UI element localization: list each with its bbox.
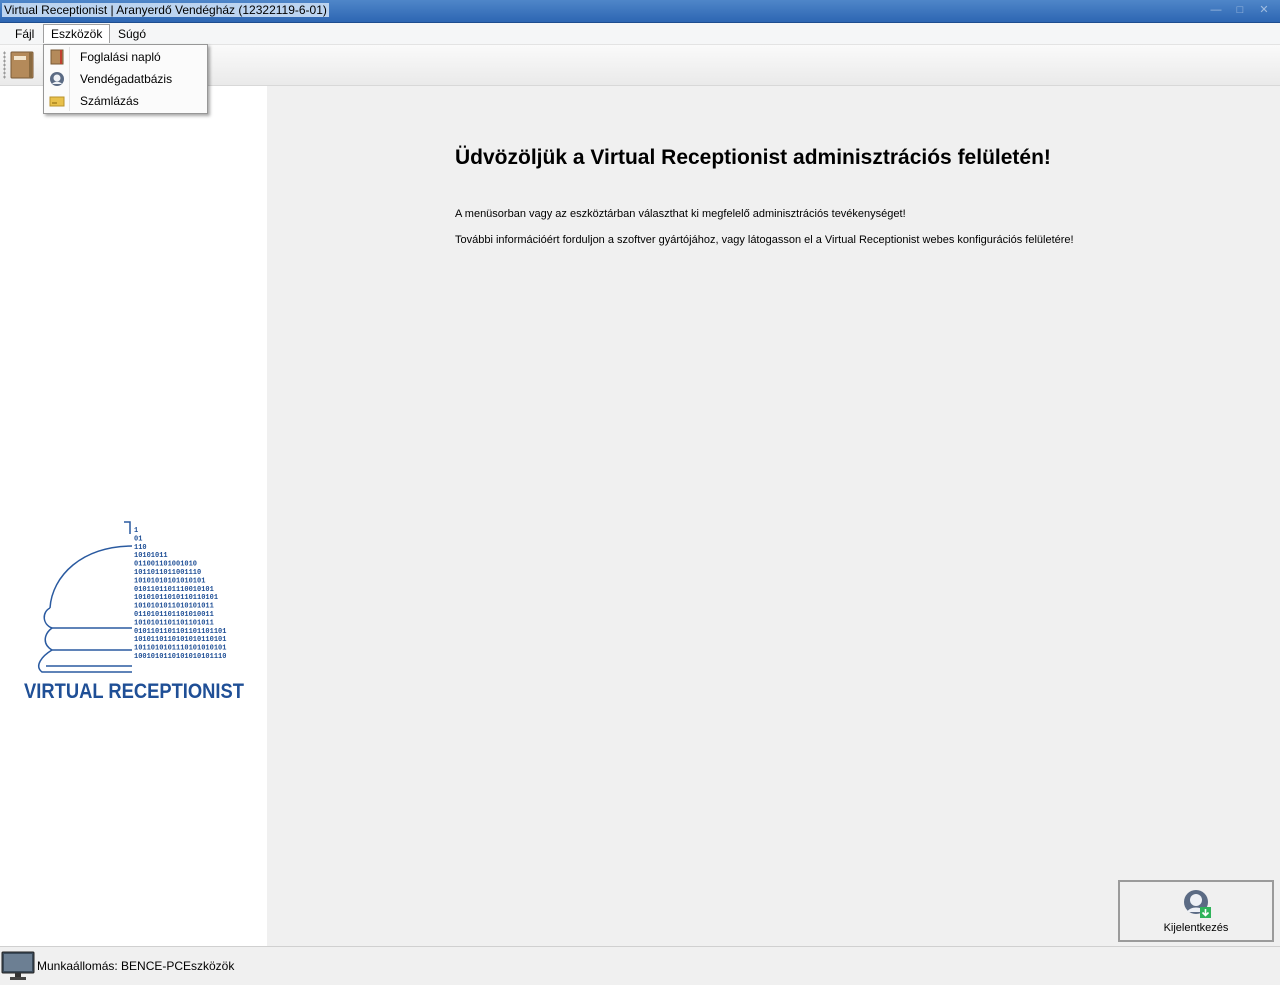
section-status: Eszközök	[183, 959, 235, 973]
menu-tools[interactable]: Eszközök	[43, 24, 111, 43]
logo-binary-line: 10101010101010101	[134, 577, 205, 585]
logo-binary-line: 0110101101101010011	[134, 611, 214, 619]
left-panel: 1 01 110 10101011 011001101001010 10110110110…	[0, 86, 267, 946]
toolbar-grip[interactable]	[3, 51, 6, 79]
menu-item-guest-database[interactable]: Vendégadatbázis	[46, 68, 205, 90]
menu-item-label: Számlázás	[80, 94, 139, 108]
user-icon	[50, 72, 64, 86]
menu-bar: Fájl Eszközök Súgó	[0, 23, 1280, 45]
title-bar: Virtual Receptionist | Aranyerdő Vendégh…	[0, 0, 1280, 23]
menu-item-label: Vendégadatbázis	[80, 72, 173, 86]
logo-binary-line: 1010101011010101011	[134, 603, 214, 611]
booking-log-toolbar-button[interactable]	[9, 50, 35, 80]
logo-binary-line: 1001010110101010101110	[134, 653, 226, 661]
window-title: Virtual Receptionist | Aranyerdő Vendégh…	[2, 3, 329, 17]
book-icon	[10, 51, 34, 79]
svg-text:101110101010110110011010010101: 1 01 110 10101011 011001101001010 10110110110…	[134, 527, 226, 661]
tools-dropdown-menu: Foglalási napló Vendégadatbázis Számlázá…	[43, 44, 208, 114]
menu-item-invoicing[interactable]: Számlázás	[46, 90, 205, 112]
logo-binary-line: 0101101101110010101	[134, 586, 214, 594]
menu-file[interactable]: Fájl	[8, 25, 41, 43]
workstation-status: Munkaállomás: BENCE-PC	[37, 959, 184, 973]
logout-button[interactable]: Kijelentkezés	[1118, 880, 1274, 942]
logo-text: VIRTUAL RECEPTIONIST	[24, 680, 244, 703]
monitor-icon	[1, 951, 35, 980]
logo-binary-line: 0101101101101101101101	[134, 628, 226, 636]
logo-binary-line: 1010101101101101011	[134, 619, 214, 627]
logout-label: Kijelentkezés	[1163, 922, 1229, 934]
logo-binary-line: 01	[134, 535, 142, 543]
menu-item-label: Foglalási napló	[80, 50, 161, 64]
minimize-button[interactable]: —	[1206, 2, 1226, 18]
logo-binary-line: 1011010101110101010101	[134, 645, 226, 653]
invoice-icon	[49, 96, 65, 107]
logo-binary-line: 10101011	[134, 552, 168, 560]
maximize-button[interactable]: □	[1230, 2, 1250, 18]
logo-binary-line: 1	[134, 527, 138, 535]
logo-binary-line: 1010110110101010110101	[134, 636, 226, 644]
main-content: Üdvözöljük a Virtual Receptionist admini…	[267, 86, 1280, 946]
logo-binary-line: 1011011011001110	[134, 569, 201, 577]
close-button[interactable]: ✕	[1254, 2, 1274, 18]
book-icon	[50, 49, 64, 65]
menu-help[interactable]: Súgó	[111, 25, 153, 43]
virtual-receptionist-logo: 1 01 110 10101011 011001101001010 10110110110…	[24, 521, 244, 703]
logo-binary-line: 10101011010110110101	[134, 594, 218, 602]
logout-user-icon	[1184, 890, 1211, 918]
logo-binary-line: 110	[134, 544, 147, 552]
menu-item-booking-log[interactable]: Foglalási napló	[46, 46, 205, 68]
info-text-1: A menüsorban vagy az eszköztárban válasz…	[455, 208, 906, 220]
info-text-2: További információért forduljon a szoftv…	[455, 234, 1074, 246]
welcome-heading: Üdvözöljük a Virtual Receptionist admini…	[455, 146, 1051, 169]
logo-binary-line: 011001101001010	[134, 561, 197, 569]
status-bar: Munkaállomás: BENCE-PC Eszközök	[0, 946, 1280, 985]
